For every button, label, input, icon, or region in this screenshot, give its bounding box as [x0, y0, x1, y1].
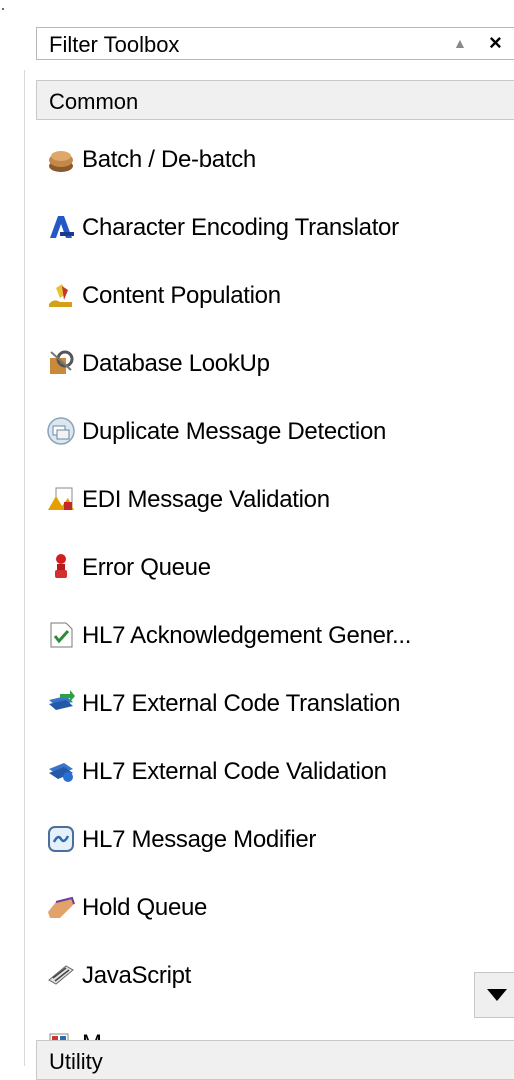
- toolbox-title: Filter Toolbox: [49, 32, 180, 57]
- edi-validation-icon: [48, 487, 74, 510]
- edge-divider: [24, 70, 25, 1066]
- duplicate-detection-icon: [47, 417, 75, 445]
- database-lookup-icon: [50, 350, 74, 374]
- section-common-label: Common: [49, 89, 139, 114]
- list-item-label: M...: [82, 1030, 121, 1040]
- chevron-down-icon: [487, 989, 507, 1001]
- list-item-hl7-modifier[interactable]: HL7 Message Modifier: [36, 820, 514, 860]
- collapse-arrow-icon[interactable]: ▲: [453, 35, 467, 51]
- list-item-label: Batch / De-batch: [82, 146, 256, 173]
- hl7-translation-icon: [49, 690, 75, 710]
- hl7-validation-icon: [49, 763, 73, 782]
- list-item-javascript[interactable]: JavaScript: [36, 956, 514, 996]
- list-item-label: JavaScript: [82, 962, 192, 989]
- list-item-content-population[interactable]: Content Population: [36, 276, 514, 316]
- encoding-icon: [50, 216, 74, 238]
- list-item-label: Hold Queue: [82, 894, 208, 921]
- list-item-duplicate-detection[interactable]: Duplicate Message Detection: [36, 412, 514, 452]
- hl7-modifier-icon: [48, 826, 74, 852]
- list-item-hl7-validation[interactable]: HL7 External Code Validation: [36, 752, 514, 792]
- list-item-label: Database LookUp: [82, 350, 270, 377]
- javascript-icon: [48, 965, 74, 985]
- list-item-label: HL7 Acknowledgement Gener...: [82, 622, 412, 649]
- list-item-label: Content Population: [82, 282, 281, 309]
- edge-dot: [2, 8, 4, 10]
- list-item-label: HL7 External Code Validation: [82, 758, 387, 785]
- hold-queue-icon: [48, 896, 75, 918]
- section-utility-label: Utility: [49, 1049, 103, 1074]
- content-population-icon: [49, 284, 72, 307]
- list-item-error-queue[interactable]: Error Queue: [36, 548, 514, 588]
- list-item-encoding[interactable]: Character Encoding Translator: [36, 208, 514, 248]
- section-common[interactable]: Common: [36, 80, 514, 120]
- list-item-label: Error Queue: [82, 554, 211, 581]
- left-panel-edge: [0, 0, 34, 1066]
- list-item-label: Duplicate Message Detection: [82, 418, 387, 445]
- scroll-down-button[interactable]: [474, 972, 514, 1018]
- list-item-label: Character Encoding Translator: [82, 214, 399, 241]
- list-item-label: HL7 External Code Translation: [82, 690, 401, 717]
- filter-list: Batch / De-batch Character Encoding Tran…: [36, 121, 514, 1040]
- partial-item-icon: [49, 1033, 69, 1040]
- list-item-edi-validation[interactable]: EDI Message Validation: [36, 480, 514, 520]
- list-item-batch[interactable]: Batch / De-batch: [36, 140, 514, 180]
- batch-box-icon: [49, 151, 73, 172]
- filter-toolbox-header: Filter Toolbox ▲ ×: [36, 27, 514, 60]
- list-item-partial[interactable]: M...: [36, 1024, 514, 1040]
- list-item-label: HL7 Message Modifier: [82, 826, 317, 853]
- list-item-hl7-translation[interactable]: HL7 External Code Translation: [36, 684, 514, 724]
- hl7-ack-icon: [50, 622, 73, 648]
- list-item-label: EDI Message Validation: [82, 486, 330, 513]
- section-utility[interactable]: Utility: [36, 1040, 514, 1080]
- list-item-database-lookup[interactable]: Database LookUp: [36, 344, 514, 384]
- close-icon[interactable]: ×: [489, 30, 502, 56]
- list-item-hl7-ack[interactable]: HL7 Acknowledgement Gener...: [36, 616, 514, 656]
- list-item-hold-queue[interactable]: Hold Queue: [36, 888, 514, 928]
- error-queue-icon: [55, 554, 67, 578]
